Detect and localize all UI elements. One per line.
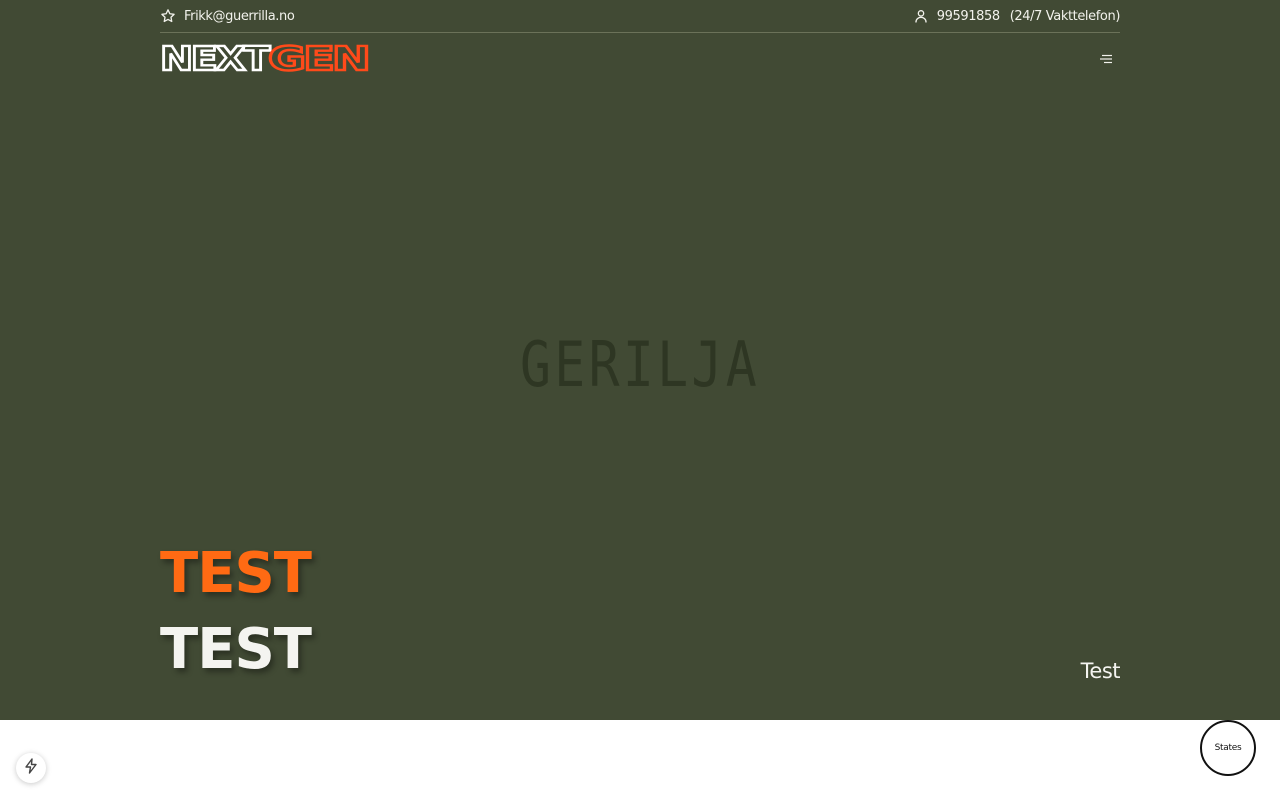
gerilja-text: GERILJA	[520, 328, 760, 401]
star-icon	[160, 8, 176, 24]
logo-text-next: NEXT	[160, 43, 271, 73]
main-nav: NEXT GEN	[159, 37, 1120, 79]
email-link[interactable]: Frikk@guerrilla.no	[160, 8, 295, 24]
lightning-icon	[24, 757, 38, 779]
email-text[interactable]: Frikk@guerrilla.no	[184, 9, 295, 24]
gerilja-brand-mark: GERILJA	[520, 328, 760, 401]
hero-section: Frikk@guerrilla.no 99591858 (24/7 Vaktte…	[0, 0, 1280, 720]
states-label: States	[1214, 743, 1242, 753]
menu-icon	[1099, 51, 1113, 69]
phone-number[interactable]: 99591858	[937, 9, 1000, 24]
menu-button[interactable]	[1092, 46, 1120, 74]
logo-graphic: NEXT GEN	[159, 37, 371, 78]
logo-text-gen: GEN	[268, 43, 368, 73]
headline-orange: TEST	[160, 541, 312, 606]
user-icon	[913, 8, 929, 24]
side-label: Test	[1080, 659, 1121, 683]
dev-tools-badge[interactable]	[16, 753, 46, 783]
logo[interactable]: NEXT GEN	[159, 37, 371, 78]
headline-white: TEST	[160, 617, 312, 682]
phone-link[interactable]: 99591858 (24/7 Vakttelefon)	[913, 8, 1120, 24]
states-button[interactable]: States	[1200, 720, 1256, 776]
phone-note: (24/7 Vakttelefon)	[1009, 8, 1121, 24]
top-contact-bar: Frikk@guerrilla.no 99591858 (24/7 Vaktte…	[160, 0, 1120, 33]
